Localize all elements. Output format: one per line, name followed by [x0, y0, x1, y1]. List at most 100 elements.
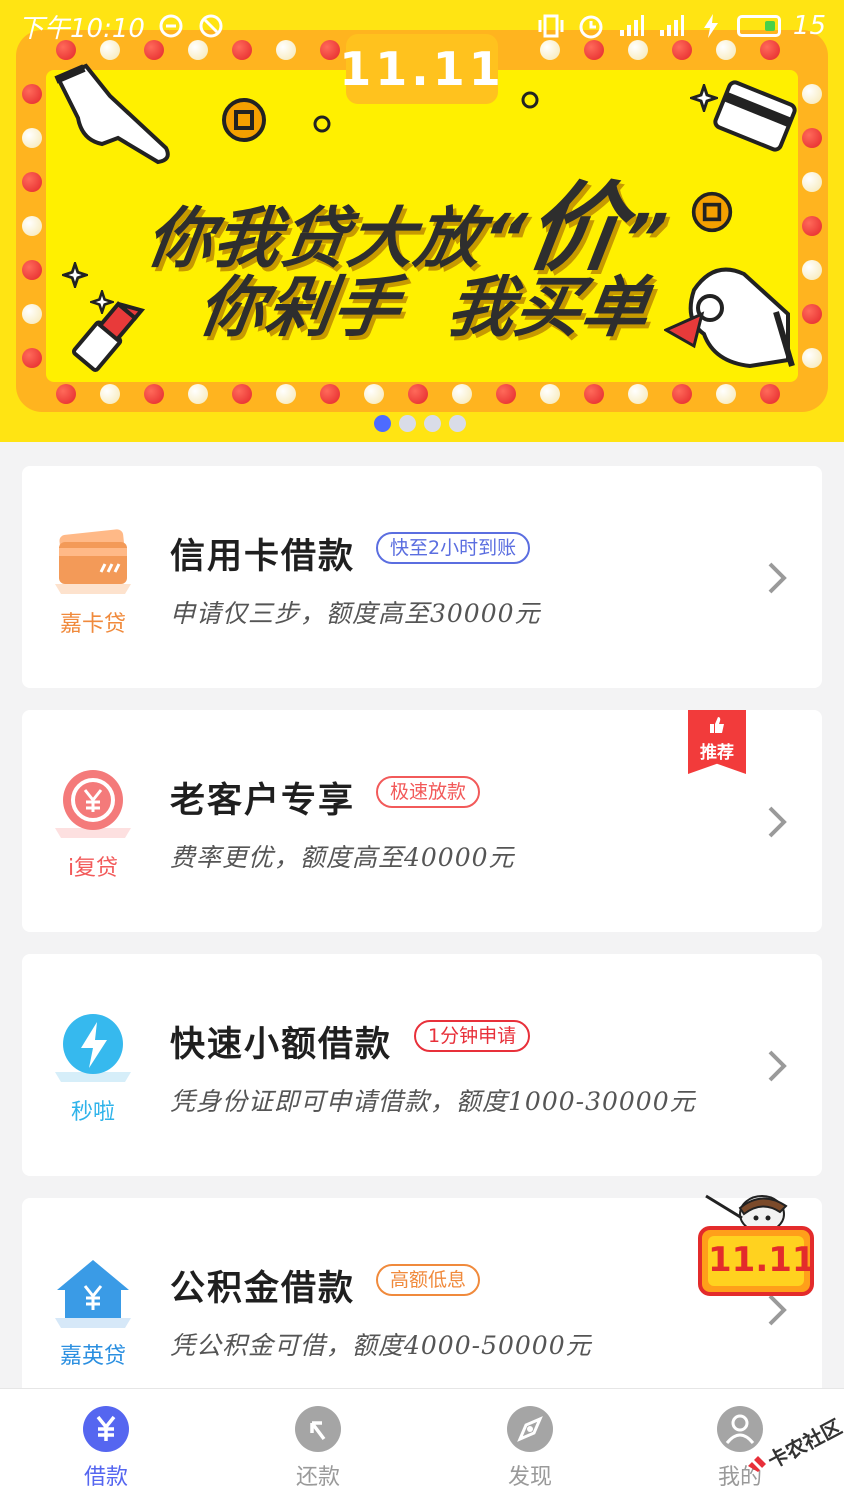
compass-icon: [507, 1406, 553, 1452]
tab-label: 发现: [507, 1465, 552, 1490]
marquee-bulb: [408, 384, 428, 404]
card-tag: 极速放款: [376, 776, 481, 808]
marquee-bulb: [540, 384, 560, 404]
marquee-bulb: [802, 84, 822, 104]
pager-dot[interactable]: [449, 415, 466, 432]
ring-icon: [313, 115, 331, 133]
loan-card-returning-customer[interactable]: 推荐 i复贷 老客户专享 极速放款 费率更优，额度高至40000元: [22, 710, 822, 932]
tab-discover[interactable]: 发现: [450, 1399, 610, 1495]
marquee-bulb: [276, 384, 296, 404]
marquee-bulb: [802, 260, 822, 280]
pager-dot[interactable]: [374, 415, 391, 432]
marquee-bulb: [22, 304, 42, 324]
charging-icon: [703, 14, 718, 38]
status-time: 下午10:10: [18, 13, 145, 44]
pager-dot[interactable]: [399, 415, 416, 432]
tab-loan[interactable]: 借款: [26, 1399, 186, 1495]
recommend-ribbon: 推荐: [688, 710, 746, 774]
lightning-icon: [55, 1014, 131, 1082]
marquee-bulb: [22, 348, 42, 368]
product-logo: 秒啦: [38, 1012, 148, 1128]
card-title: 公积金借款: [170, 1268, 356, 1309]
marquee-bulb: [320, 384, 340, 404]
marquee-bulb: [802, 216, 822, 236]
floating-badge-text: 11.11: [708, 1240, 816, 1280]
bottom-tab-bar: 借款 还款 发现 我的: [0, 1388, 844, 1500]
marquee-bulb: [672, 384, 692, 404]
card-tag: 1分钟申请: [414, 1020, 531, 1052]
pointing-hand-icon: [54, 63, 170, 165]
credit-card-icon: [55, 529, 131, 594]
watermark-logo: 卡农社区: [742, 1406, 844, 1486]
ok-hand-icon: [664, 267, 795, 369]
product-logo: 嘉英贷: [38, 1256, 148, 1372]
sync-icon: [159, 14, 183, 38]
return-arrow-icon: [295, 1406, 341, 1452]
marquee-bulb: [22, 260, 42, 280]
chevron-right-icon[interactable]: [762, 558, 792, 598]
marquee-bulb: [802, 172, 822, 192]
product-name: 嘉卡贷: [59, 612, 126, 637]
lipstick-icon: [71, 301, 146, 372]
marquee-bulb: [144, 384, 164, 404]
marquee-bulb: [760, 384, 780, 404]
marquee-bulb: [802, 128, 822, 148]
signal-icon: [619, 15, 644, 36]
credit-card-icon: [713, 80, 797, 152]
chevron-right-icon[interactable]: [762, 802, 792, 842]
marquee-bulb: [100, 384, 120, 404]
coin-icon: [222, 98, 266, 142]
marquee-bulb: [232, 384, 252, 404]
card-title: 信用卡借款: [170, 536, 356, 577]
loan-card-credit[interactable]: 嘉卡贷 信用卡借款 快至2小时到账 申请仅三步，额度高至30000元: [22, 466, 822, 688]
loan-card-quick-small[interactable]: 秒啦 快速小额借款 1分钟申请 凭身份证即可申请借款，额度1000-30000元: [22, 954, 822, 1176]
chevron-right-icon[interactable]: [762, 1046, 792, 1086]
ribbon-label: 推荐: [700, 743, 734, 763]
marquee-bulb: [716, 384, 736, 404]
product-logo: i复贷: [38, 768, 148, 884]
card-description: 凭公积金可借，额度4000-50000元: [170, 1331, 592, 1360]
vibrate-icon: [538, 14, 564, 38]
card-title: 老客户专享: [170, 780, 356, 821]
marquee-bulb: [452, 384, 472, 404]
product-logo: 嘉卡贷: [38, 524, 148, 640]
marquee-bulb: [628, 384, 648, 404]
yen-house-icon: [55, 1260, 131, 1328]
card-title: 快速小额借款: [170, 1024, 393, 1065]
card-tag: 高额低息: [376, 1264, 481, 1296]
banner-slogan-line2: 你剁手 我买单: [193, 269, 655, 346]
card-description: 凭身份证即可申请借款，额度1000-30000元: [170, 1087, 696, 1116]
tab-label: 还款: [295, 1465, 340, 1490]
marquee-bulb: [22, 172, 42, 192]
product-name: 嘉英贷: [59, 1344, 126, 1369]
marquee-bulb: [802, 348, 822, 368]
thumbs-up-icon: [710, 717, 724, 733]
floating-promo-badge[interactable]: 11.11: [696, 1188, 818, 1300]
marquee-bulb: [188, 384, 208, 404]
product-name: i复贷: [67, 856, 119, 881]
marquee-bulb: [584, 384, 604, 404]
product-name: 秒啦: [70, 1100, 115, 1125]
card-tag: 快至2小时到账: [376, 532, 531, 564]
marquee-bulb: [802, 304, 822, 324]
card-description: 费率更优，额度高至40000元: [170, 843, 515, 872]
banner-pager[interactable]: [374, 415, 466, 432]
card-description: 申请仅三步，额度高至30000元: [170, 599, 541, 628]
yen-refresh-icon: [55, 770, 131, 838]
pager-dot[interactable]: [424, 415, 441, 432]
no-disturb-icon: [199, 14, 223, 38]
promo-banner[interactable]: 下午10:10 15 11.11 你我贷大放“价” 你剁手 我买单: [0, 0, 844, 442]
marquee-bulb: [496, 384, 516, 404]
marquee-bulb: [364, 384, 384, 404]
marquee-bulb: [22, 128, 42, 148]
marquee-bulb: [22, 216, 42, 236]
marquee-bulb: [22, 84, 42, 104]
alarm-icon: [579, 15, 603, 39]
tab-label: 借款: [83, 1465, 128, 1490]
yen-icon: [83, 1406, 129, 1452]
status-bar: 下午10:10 15: [0, 0, 844, 52]
signal-4g-icon: [659, 15, 684, 36]
battery-level: 15: [792, 11, 826, 41]
tab-repay[interactable]: 还款: [238, 1399, 398, 1495]
coin-icon: [691, 191, 733, 233]
